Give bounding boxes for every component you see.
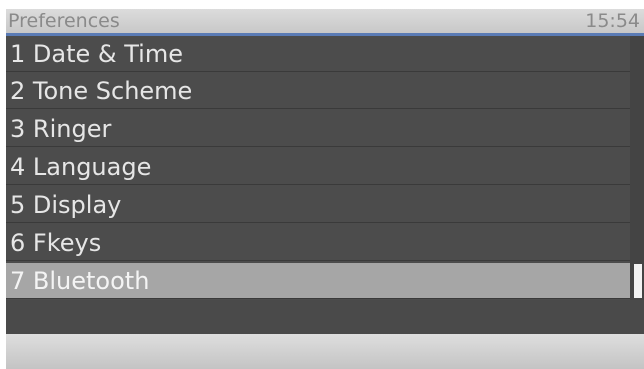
- menu-item-label: 6 Fkeys: [10, 229, 102, 257]
- menu-item-tone-scheme[interactable]: 2 Tone Scheme: [6, 73, 630, 109]
- menu-item-label: 2 Tone Scheme: [10, 77, 193, 105]
- menu-item-label: 4 Language: [10, 153, 152, 181]
- empty-row-area: [6, 300, 644, 334]
- menu-item-label: 7 Bluetooth: [10, 267, 150, 295]
- page-title: Preferences: [8, 10, 120, 32]
- menu-item-bluetooth[interactable]: 7 Bluetooth: [6, 263, 630, 299]
- menu-item-label: 1 Date & Time: [10, 40, 183, 68]
- menu-item-fkeys[interactable]: 6 Fkeys: [6, 225, 630, 261]
- scrollbar-thumb[interactable]: [634, 264, 642, 298]
- menu-item-label: 5 Display: [10, 191, 122, 219]
- menu-item-ringer[interactable]: 3 Ringer: [6, 111, 630, 147]
- clock: 15:54: [585, 10, 640, 32]
- phone-screen: Preferences 15:54 1 Date & Time 2 Tone S…: [0, 0, 644, 369]
- menu-item-date-time[interactable]: 1 Date & Time: [6, 36, 630, 72]
- softkey-bar: [6, 334, 644, 369]
- scrollbar[interactable]: [630, 36, 644, 300]
- preferences-menu: 1 Date & Time 2 Tone Scheme 3 Ringer 4 L…: [6, 36, 630, 300]
- menu-item-display[interactable]: 5 Display: [6, 187, 630, 223]
- menu-item-label: 3 Ringer: [10, 115, 112, 143]
- menu-item-language[interactable]: 4 Language: [6, 149, 630, 185]
- title-bar: Preferences 15:54: [6, 9, 644, 33]
